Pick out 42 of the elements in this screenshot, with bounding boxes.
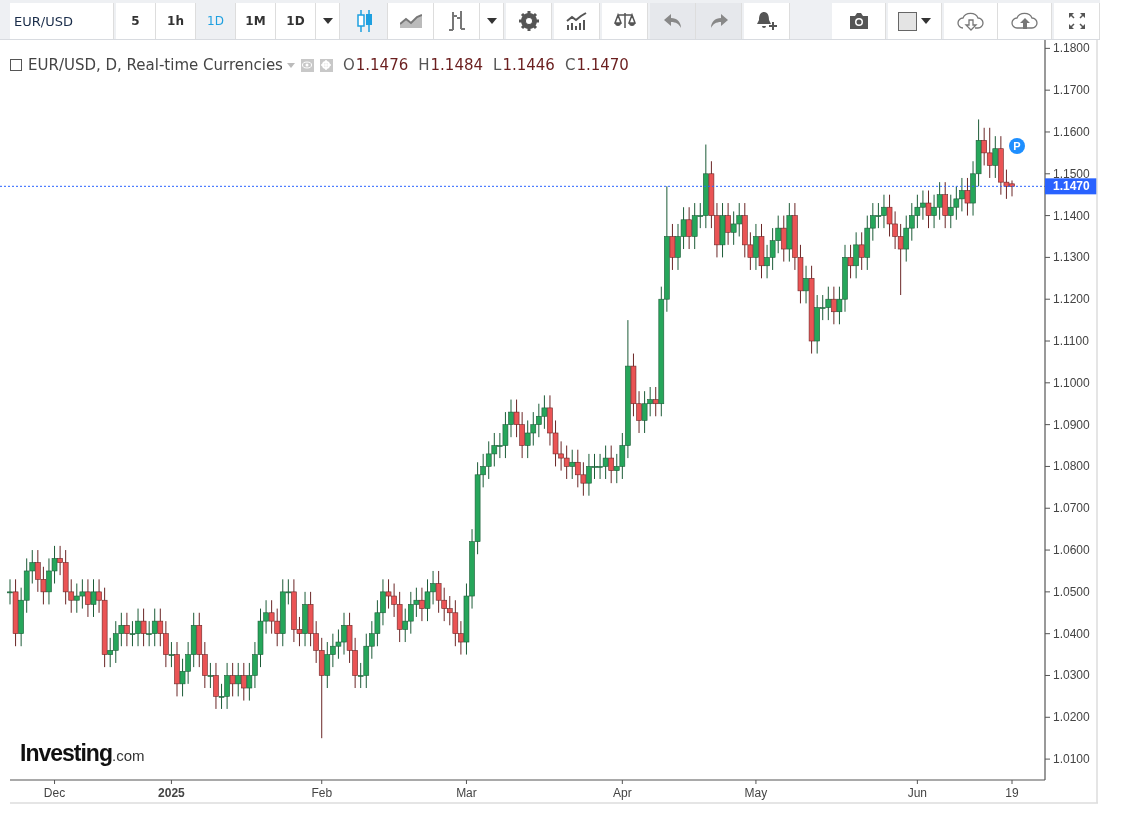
price-label: 1.0900 (1053, 417, 1090, 432)
price-label: 1.0200 (1053, 710, 1090, 725)
current-price-marker: 1.1470 (1045, 178, 1097, 195)
ohlc-value: 1.1470 (576, 56, 629, 74)
logo: Investing.com (20, 740, 145, 767)
price-label: 1.1600 (1053, 125, 1090, 139)
symbol-field[interactable]: EUR/USD (10, 3, 114, 39)
date-label: May (744, 786, 768, 800)
ohlc-value: 1.1476 (355, 56, 409, 74)
series-title: EUR/USD, D, Real-time Currencies (28, 56, 283, 74)
price-label: 1.0100 (1053, 752, 1090, 767)
price-label: 1.1300 (1053, 250, 1090, 265)
price-label: 1.0600 (1053, 543, 1090, 558)
price-label: 1.0300 (1053, 668, 1090, 683)
price-label: 1.0400 (1053, 626, 1090, 641)
price-label: 1.0800 (1053, 459, 1090, 474)
date-label: Apr (613, 786, 632, 800)
price-label: 1.1400 (1053, 208, 1090, 223)
date-label: 19 (1005, 786, 1019, 800)
ohlc-value: 1.1446 (502, 56, 555, 74)
ohlc-label: L (493, 56, 502, 74)
price-label: 1.1500 (1053, 166, 1090, 181)
price-label: 1.0500 (1053, 584, 1090, 599)
date-label: Feb (311, 786, 333, 800)
interval-button[interactable]: 1M (236, 3, 276, 39)
interval-button[interactable]: 5 (116, 3, 156, 39)
date-label: Mar (456, 786, 477, 800)
price-label: 1.1800 (1053, 41, 1090, 56)
price-label: 1.0700 (1053, 501, 1090, 516)
ohlc-label: O (342, 56, 355, 74)
date-label: 2025 (158, 786, 185, 800)
ohlc-value: 1.1484 (430, 56, 484, 74)
date-label: Dec (43, 786, 66, 800)
date-label: Jun (907, 786, 928, 800)
ohlc-label: H (418, 56, 430, 74)
price-label: 1.1100 (1053, 334, 1089, 348)
interval-button[interactable]: 1D (276, 3, 316, 39)
price-label: 1.1200 (1053, 292, 1090, 307)
price-label: 1.1000 (1053, 375, 1090, 390)
ohlc-label: C (564, 56, 576, 74)
price-label: 1.1700 (1053, 83, 1090, 98)
ref-line-label: 1.1470 (1053, 179, 1091, 194)
